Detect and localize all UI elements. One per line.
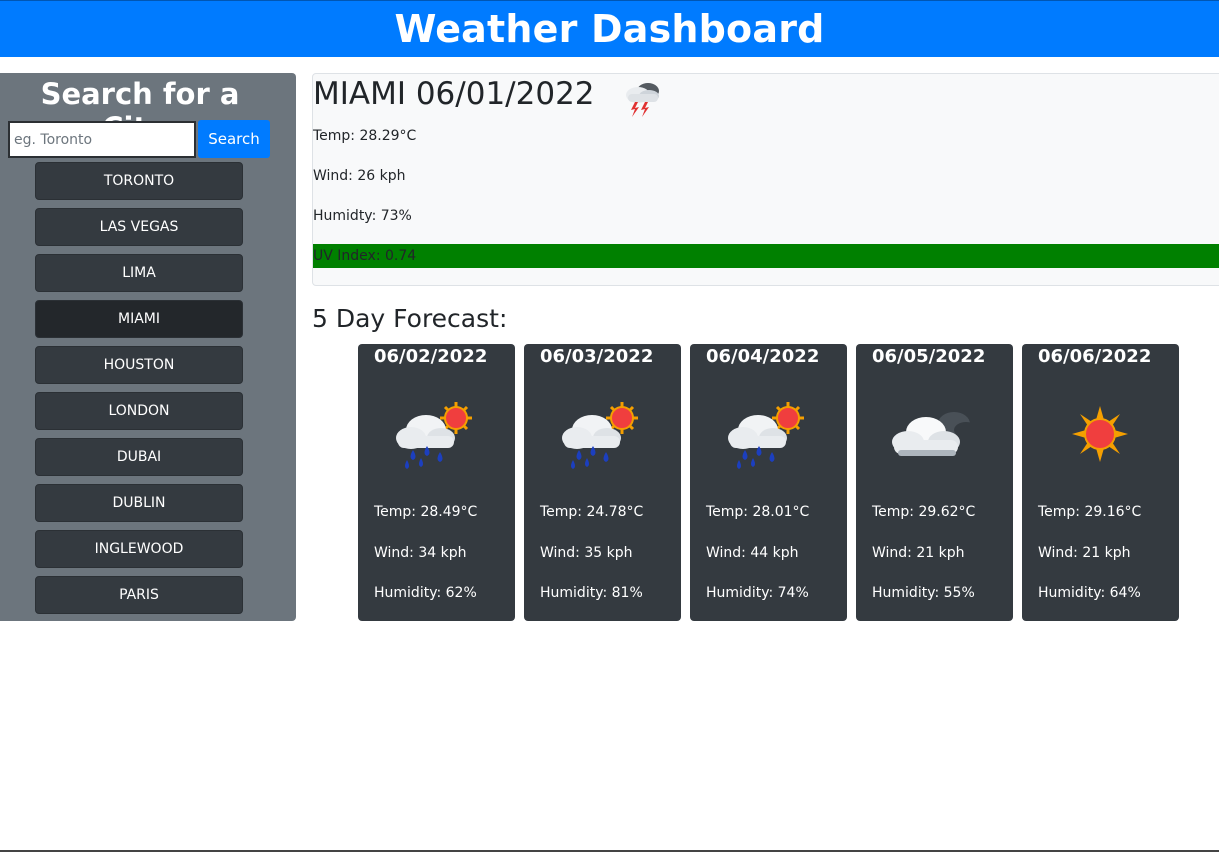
forecast-card: 06/06/2022 Temp: 29.16°C Wind: 21 kph Hu…	[1022, 344, 1179, 621]
uv-index-label: UV Index: 0.74	[313, 248, 417, 264]
forecast-date: 06/06/2022	[1038, 346, 1152, 367]
forecast-humidity: Humidity: 74%	[706, 585, 809, 601]
city-button-paris[interactable]: PARIS	[35, 576, 243, 614]
forecast-temp: Temp: 29.16°C	[1038, 504, 1142, 520]
rain-sun-icon	[396, 402, 472, 469]
city-button-lima[interactable]: LIMA	[35, 254, 243, 292]
rain-sun-icon	[562, 402, 638, 469]
forecast-card: 06/04/2022 Temp: 28.01°C Wind: 44 kph Hu…	[690, 344, 847, 621]
forecast-humidity: Humidity: 55%	[872, 585, 975, 601]
thunderstorm-icon	[626, 83, 659, 117]
forecast-cards: 06/02/2022 Temp: 28.49°C Wind: 34 kph Hu…	[358, 344, 1179, 621]
search-sidebar: Search for a City: Search TORONTO LAS VE…	[0, 73, 296, 621]
forecast-heading: 5 Day Forecast:	[312, 304, 508, 333]
sun-icon	[1072, 406, 1128, 462]
app-header: Weather Dashboard	[0, 0, 1219, 57]
uv-index-bar: UV Index: 0.74	[313, 244, 1219, 268]
forecast-wind: Wind: 34 kph	[374, 545, 467, 561]
forecast-temp: Temp: 28.01°C	[706, 504, 810, 520]
forecast-card: 06/02/2022 Temp: 28.49°C Wind: 34 kph Hu…	[358, 344, 515, 621]
search-button[interactable]: Search	[198, 120, 270, 158]
city-button-london[interactable]: LONDON	[35, 392, 243, 430]
forecast-card: 06/05/2022 Temp: 29.62°C Wind: 21 kph Hu…	[856, 344, 1013, 621]
city-search-input[interactable]	[8, 121, 196, 158]
search-history-list: TORONTO LAS VEGAS LIMA MIAMI HOUSTON LON…	[35, 162, 243, 622]
rain-sun-icon	[728, 402, 804, 469]
current-temp: Temp: 28.29°C	[313, 128, 417, 144]
forecast-temp: Temp: 24.78°C	[540, 504, 644, 520]
city-button-dubai[interactable]: DUBAI	[35, 438, 243, 476]
current-city-date: MIAMI 06/01/2022	[313, 76, 595, 112]
current-humidity: Humidty: 73%	[313, 208, 412, 224]
forecast-humidity: Humidity: 62%	[374, 585, 477, 601]
city-button-inglewood[interactable]: INGLEWOOD	[35, 530, 243, 568]
forecast-card: 06/03/2022 Temp: 24.78°C Wind: 35 kph Hu…	[524, 344, 681, 621]
forecast-date: 06/03/2022	[540, 346, 654, 367]
forecast-date: 06/04/2022	[706, 346, 820, 367]
page-title: Weather Dashboard	[394, 7, 825, 51]
forecast-humidity: Humidity: 64%	[1038, 585, 1141, 601]
city-button-dublin[interactable]: DUBLIN	[35, 484, 243, 522]
forecast-temp: Temp: 29.62°C	[872, 504, 976, 520]
forecast-wind: Wind: 21 kph	[872, 545, 965, 561]
forecast-temp: Temp: 28.49°C	[374, 504, 478, 520]
city-button-houston[interactable]: HOUSTON	[35, 346, 243, 384]
forecast-humidity: Humidity: 81%	[540, 585, 643, 601]
current-weather-panel: MIAMI 06/01/2022 Temp: 28.29°C Wind: 26 …	[312, 73, 1219, 286]
forecast-wind: Wind: 44 kph	[706, 545, 799, 561]
city-button-miami[interactable]: MIAMI	[35, 300, 243, 338]
city-button-las-vegas[interactable]: LAS VEGAS	[35, 208, 243, 246]
cloudy-icon	[892, 412, 978, 456]
forecast-wind: Wind: 35 kph	[540, 545, 633, 561]
forecast-date: 06/05/2022	[872, 346, 986, 367]
current-wind: Wind: 26 kph	[313, 168, 406, 184]
forecast-date: 06/02/2022	[374, 346, 488, 367]
city-button-toronto[interactable]: TORONTO	[35, 162, 243, 200]
forecast-wind: Wind: 21 kph	[1038, 545, 1131, 561]
